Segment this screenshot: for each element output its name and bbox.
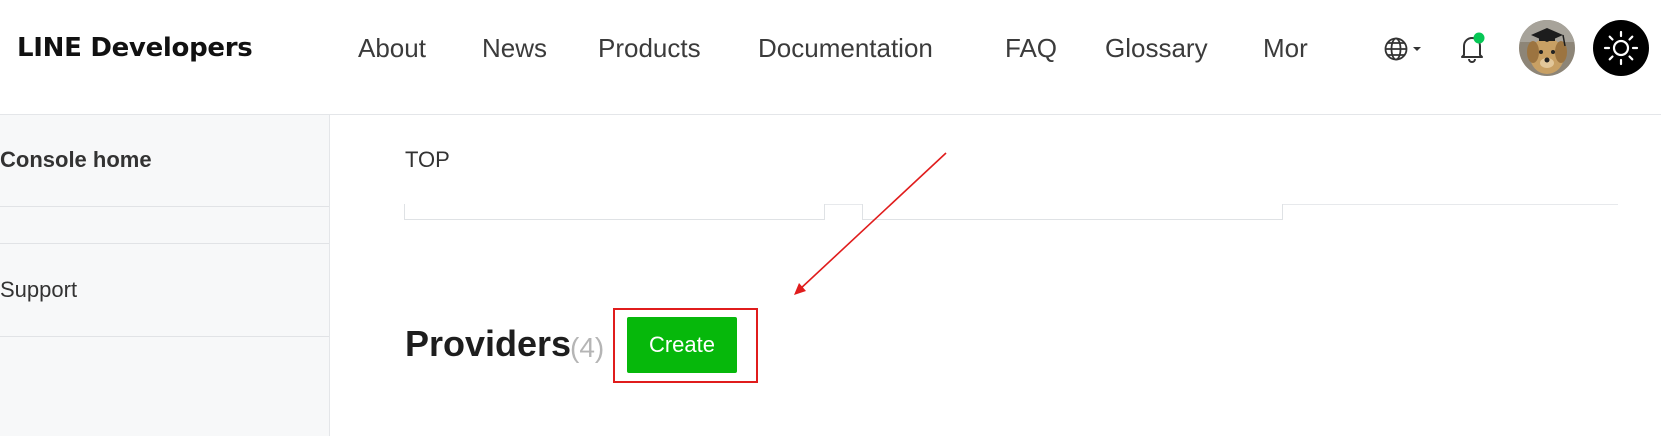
sidebar-item-blank[interactable] <box>0 207 329 244</box>
language-selector[interactable] <box>1383 34 1427 64</box>
notifications-button[interactable] <box>1457 30 1487 66</box>
bell-icon <box>1461 32 1485 63</box>
nav-item-products[interactable]: Products <box>598 26 701 70</box>
main-nav: About News Products Documentation FAQ Gl… <box>358 26 1308 70</box>
nav-item-news[interactable]: News <box>482 26 547 70</box>
top-header: LINE Developers About News Products Docu… <box>0 0 1661 115</box>
site-logo[interactable]: LINE Developers <box>17 30 253 66</box>
breadcrumb-top[interactable]: TOP <box>405 146 450 174</box>
recent-card[interactable] <box>862 204 1283 220</box>
nav-item-about[interactable]: About <box>358 26 426 70</box>
sun-icon <box>1603 30 1639 66</box>
sidebar-item-label: Console home <box>0 147 152 172</box>
providers-count: (4) <box>570 332 605 363</box>
chevron-down-icon <box>1413 47 1421 51</box>
create-provider-button[interactable]: Create <box>627 317 737 373</box>
nav-item-faq[interactable]: FAQ <box>1005 26 1057 70</box>
nav-item-glossary[interactable]: Glossary <box>1105 26 1208 70</box>
nav-item-more[interactable]: More <box>1263 26 1308 70</box>
recent-card[interactable] <box>404 204 825 220</box>
user-avatar[interactable] <box>1519 20 1575 76</box>
providers-heading: Providers <box>405 323 572 364</box>
sidebar-item-label: Support <box>0 277 78 302</box>
sidebar-item-support[interactable]: Support <box>0 244 329 337</box>
theme-toggle-button[interactable] <box>1593 20 1649 76</box>
globe-icon <box>1384 37 1421 61</box>
sidebar-item-console-home[interactable]: Console home <box>0 115 329 207</box>
nav-item-documentation[interactable]: Documentation <box>758 26 933 70</box>
console-sidebar: Console home Support <box>0 115 330 436</box>
